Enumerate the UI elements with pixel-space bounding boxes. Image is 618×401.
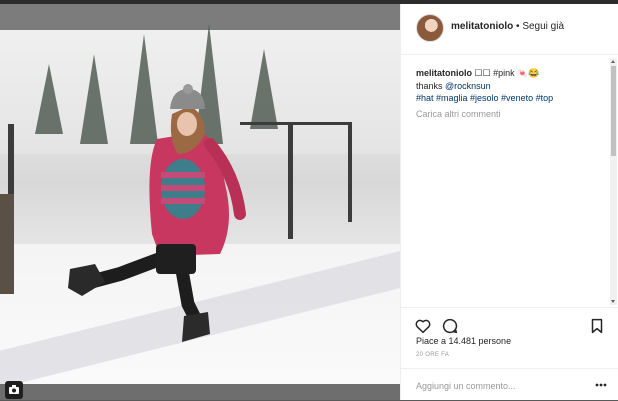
scroll-up-icon[interactable] (611, 60, 615, 63)
caption-username[interactable]: melitatoniolo (416, 68, 472, 78)
caption-line-1: melitatoniolo ☐☐ #pink 🍬😂 (416, 67, 606, 80)
header-separator: • (516, 21, 520, 32)
caption-thanks: thanks (416, 80, 446, 91)
camera-icon-glyph (9, 385, 19, 394)
add-comment-bar (401, 368, 618, 401)
caption-hashtags[interactable]: #hat #maglia #jesolo #veneto #top (416, 92, 606, 105)
avatar[interactable] (416, 14, 444, 42)
speech-bubble-icon[interactable] (441, 317, 459, 335)
photo-gate (0, 194, 14, 294)
photo-fence-post (348, 122, 352, 222)
photo-fence-post (288, 124, 293, 239)
heart-outline-icon[interactable] (414, 317, 432, 335)
scrollbar-thumb[interactable] (611, 66, 616, 156)
bookmark-icon[interactable] (588, 317, 606, 335)
likes-count[interactable]: Piace a 14.481 persone (416, 336, 511, 346)
caption-text: ☐☐ #pink 🍬😂 (472, 68, 540, 78)
post-header: melitatoniolo • Segui già (401, 4, 618, 55)
caption-block: melitatoniolo ☐☐ #pink 🍬😂 thanks @rockns… (416, 67, 606, 105)
load-more-comments-link[interactable]: Carica altri commenti (416, 109, 501, 119)
post-side-panel: melitatoniolo • Segui già melitatoniolo … (400, 4, 618, 400)
add-comment-input[interactable] (416, 379, 576, 393)
camera-icon[interactable] (5, 381, 23, 399)
photo-woman-figure (68, 84, 246, 342)
photo-tree (35, 64, 63, 134)
instagram-post-modal: melitatoniolo • Segui già melitatoniolo … (0, 0, 618, 400)
header-username[interactable]: melitatoniolo (451, 21, 513, 32)
follow-status-button[interactable]: Segui già (522, 21, 564, 32)
scroll-down-icon[interactable] (611, 300, 615, 303)
caption-line-2: thanks @rocknsun (416, 80, 606, 93)
caption-mention-link[interactable]: @rocknsun (445, 81, 491, 91)
photo-vignette-bottom (0, 384, 400, 400)
header-user-line: melitatoniolo • Segui già (451, 21, 564, 32)
post-timestamp: 20 ORE FA (416, 352, 450, 358)
comments-scrollbar[interactable] (610, 58, 617, 305)
post-photo[interactable] (0, 4, 400, 400)
ellipsis-icon[interactable] (595, 383, 607, 387)
